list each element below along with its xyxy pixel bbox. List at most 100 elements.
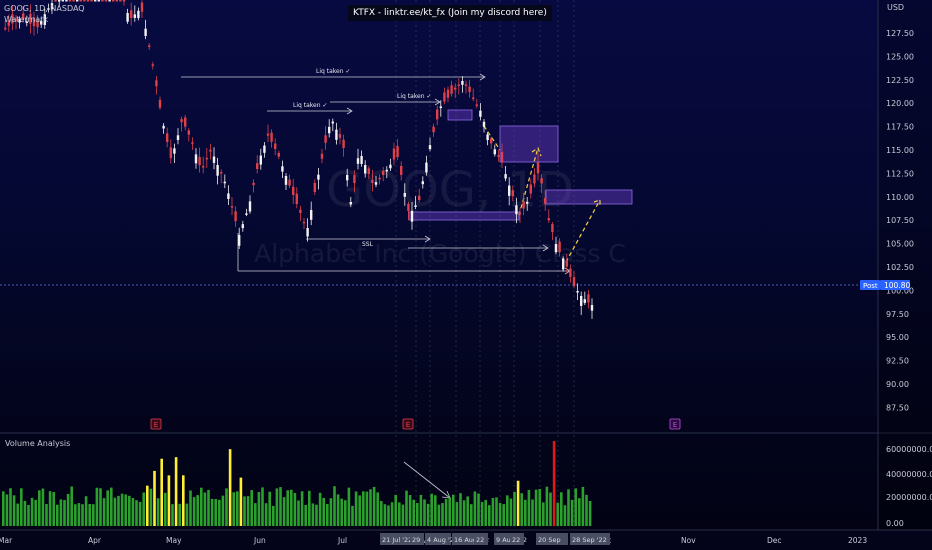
time-label: Mar <box>0 536 13 545</box>
volume-bar <box>156 498 160 526</box>
candle-body <box>346 175 349 181</box>
candle-body <box>457 84 460 86</box>
volume-bar <box>128 495 131 526</box>
candle-body <box>72 0 75 2</box>
candle-body <box>443 92 446 102</box>
earnings-marker-2[interactable]: E <box>406 421 410 429</box>
volume-bar <box>189 490 192 526</box>
price-tick: 122.50 <box>886 76 914 85</box>
candle-body <box>418 195 421 200</box>
volume-bar <box>221 495 225 526</box>
candle-body <box>378 177 381 180</box>
volume-bar <box>588 501 592 526</box>
time-label: Jul <box>337 536 347 545</box>
volume-bar <box>394 494 397 526</box>
candle-body <box>76 0 79 2</box>
volume-bar <box>542 502 545 526</box>
candle-body <box>565 260 568 267</box>
volume-bar <box>473 491 477 526</box>
candle-body <box>468 86 471 92</box>
date-highlight-label: 22 <box>512 536 520 544</box>
volume-bar <box>376 492 379 526</box>
volume-bar <box>131 498 135 526</box>
volume-bar <box>160 458 163 526</box>
candle-body <box>320 153 324 159</box>
volume-bar <box>95 487 99 526</box>
candle-body <box>356 158 360 164</box>
chart-canvas[interactable]: GOOG, 1D Alphabet Inc (Google) Class C L… <box>0 0 932 550</box>
candle-body <box>432 126 435 133</box>
volume-bar <box>318 492 322 526</box>
volume-bar <box>423 499 426 526</box>
volume-bar <box>124 494 127 526</box>
zone-upper <box>499 125 559 163</box>
volume-bar <box>135 500 138 526</box>
candle-body <box>464 84 468 86</box>
candle-body <box>572 277 576 287</box>
earnings-marker-3[interactable]: E <box>673 421 677 429</box>
volume-bar <box>387 505 390 526</box>
candle-body <box>277 152 280 157</box>
candle-body <box>389 164 392 169</box>
volume-bar <box>207 489 210 526</box>
volume-bar <box>218 499 221 526</box>
candle-body <box>562 258 565 270</box>
volume-bar <box>34 499 37 526</box>
volume-bar <box>437 504 441 526</box>
earnings-markers[interactable]: E E E <box>150 418 681 430</box>
candle-body <box>54 0 57 2</box>
watermark-indicator-label[interactable]: Watermark <box>4 15 48 24</box>
volume-bar <box>358 495 361 526</box>
candle-body <box>212 156 216 163</box>
candle-body <box>101 0 104 2</box>
candle-body <box>227 193 230 199</box>
candle-body <box>4 27 7 30</box>
candle-body <box>497 155 500 157</box>
candle-body <box>148 45 151 47</box>
volume-bar <box>178 503 181 526</box>
volume-tick: 60000000.00 <box>886 445 932 454</box>
candle-body <box>112 0 115 2</box>
time-axis-date-highlights: 21 Jul '22294 Aug '2216 Aug '22229 Aug '… <box>380 533 610 545</box>
candle-body <box>288 179 291 186</box>
price-tick: 112.50 <box>886 169 914 178</box>
volume-bar <box>488 505 491 526</box>
zone-small <box>447 109 473 121</box>
volume-bar <box>383 504 387 526</box>
volume-bar <box>405 490 408 526</box>
volume-bar <box>308 490 311 526</box>
volume-bar <box>146 485 149 526</box>
volume-bar <box>452 494 455 526</box>
candle-body <box>511 190 514 197</box>
candle-body <box>558 241 561 253</box>
symbol-info[interactable]: GOOG, 1D, NASDAQ <box>4 4 85 13</box>
volume-bar <box>527 489 531 526</box>
price-tick: 107.50 <box>886 216 914 225</box>
candle-body <box>400 165 403 175</box>
candle-body <box>454 87 457 90</box>
candle-body <box>205 157 208 160</box>
volume-bar <box>164 492 167 526</box>
candle-body <box>79 0 82 2</box>
candle-body <box>198 156 201 166</box>
volume-bar <box>340 498 343 526</box>
volume-bar <box>232 492 235 526</box>
candle-body <box>367 168 370 174</box>
earnings-marker-1[interactable]: E <box>154 421 158 429</box>
candle-body <box>526 201 529 204</box>
candle-body <box>194 154 198 164</box>
volume-bar <box>574 488 577 526</box>
volume-bar <box>480 501 484 526</box>
volume-analysis-title[interactable]: Volume Analysis <box>5 439 70 448</box>
candle-body <box>385 169 388 172</box>
candle-body <box>166 133 169 142</box>
volume-bar <box>524 499 527 526</box>
volume-bar <box>5 494 9 526</box>
promo-banner[interactable]: KTFX - linktr.ee/kt_fx (Join my discord … <box>348 5 552 21</box>
volume-bar <box>401 504 405 526</box>
candle-body <box>94 0 97 2</box>
candle-body <box>328 126 331 134</box>
date-highlight-label: 21 Jul '22 <box>382 536 412 544</box>
volume-bar <box>441 503 444 526</box>
volume-bar <box>272 505 275 526</box>
